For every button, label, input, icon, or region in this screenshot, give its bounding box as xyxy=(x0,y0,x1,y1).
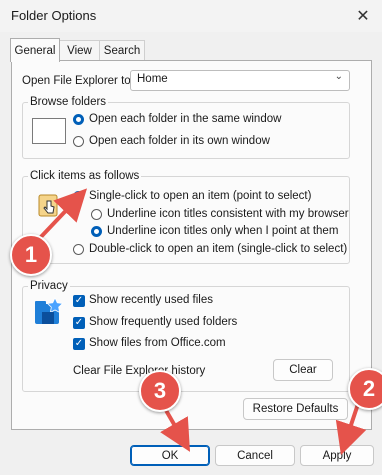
annotation-badge-1: 1 xyxy=(10,234,52,276)
annotation-badge-3: 3 xyxy=(139,370,181,412)
tab-general[interactable]: General xyxy=(10,38,60,62)
annotation-arrow-1 xyxy=(36,188,88,242)
annotation-badge-2: 2 xyxy=(348,368,382,410)
annotation-arrows xyxy=(36,188,367,456)
